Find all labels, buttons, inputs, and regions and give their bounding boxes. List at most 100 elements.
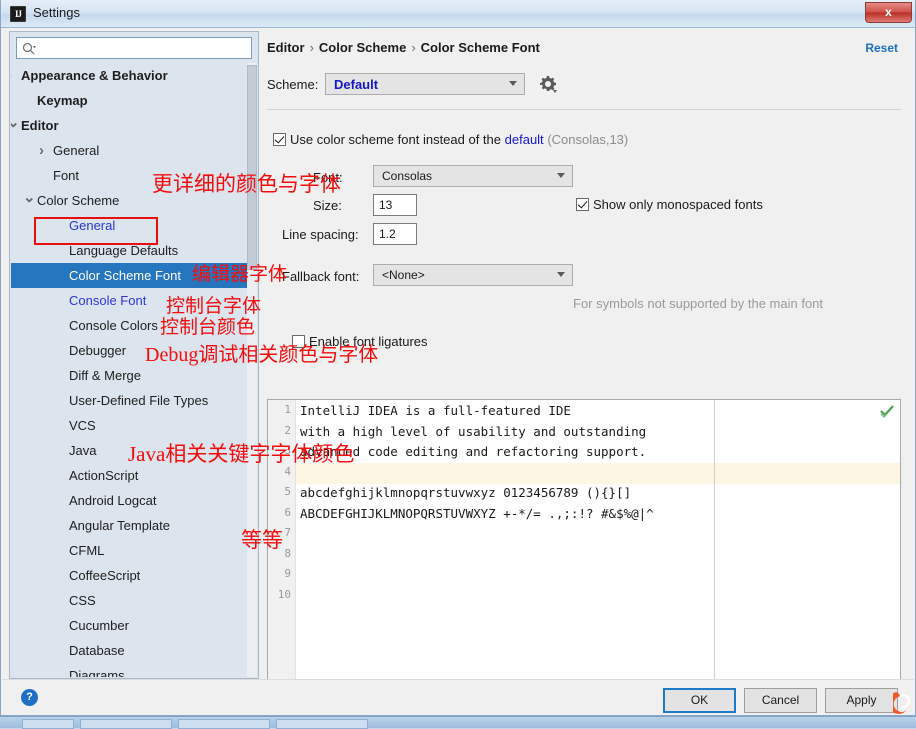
- line-number: 9: [284, 567, 291, 580]
- sidebar-item-label: CSS: [69, 593, 96, 608]
- chevron-down-icon: [557, 173, 565, 178]
- breadcrumb-separator: ›: [309, 40, 314, 55]
- enable-ligatures-label: Enable font ligatures: [309, 334, 428, 349]
- sidebar-item-general[interactable]: General: [11, 213, 249, 238]
- enable-ligatures-checkbox[interactable]: [292, 335, 305, 348]
- line-number: 2: [284, 423, 291, 437]
- sidebar-item-label: Database: [69, 643, 125, 658]
- dialog-button-bar: ? OK Cancel Apply: [2, 679, 914, 715]
- chevron-down-icon[interactable]: [23, 188, 33, 198]
- sidebar-item-label: Language Defaults: [69, 243, 179, 258]
- sidebar-item-css[interactable]: CSS: [11, 588, 249, 613]
- font-select[interactable]: Consolas: [373, 165, 573, 187]
- sidebar-item-language-defaults[interactable]: Language Defaults: [11, 238, 249, 263]
- sidebar-scrollbar[interactable]: [247, 63, 257, 677]
- default-font-link[interactable]: default: [505, 132, 544, 147]
- default-font-value: (Consolas,13): [547, 132, 629, 147]
- breadcrumb-separator: ›: [411, 40, 416, 55]
- breadcrumb: Editor › Color Scheme › Color Scheme Font: [267, 40, 540, 55]
- gear-icon[interactable]: [537, 73, 559, 95]
- chevron-down-icon: [557, 272, 565, 277]
- line-number: 10: [277, 587, 291, 601]
- help-icon[interactable]: ?: [21, 689, 38, 706]
- sidebar-item-general[interactable]: General: [11, 138, 249, 163]
- size-input[interactable]: 13: [373, 194, 417, 216]
- browser-tray-icon[interactable]: [893, 686, 916, 716]
- sidebar-item-label: Cucumber: [69, 618, 129, 633]
- line-spacing-label: Line spacing:: [282, 227, 359, 242]
- line-number: 3: [284, 444, 291, 457]
- ok-button[interactable]: OK: [663, 688, 736, 713]
- font-label: Font:: [313, 170, 343, 185]
- sidebar-item-appearance-behavior[interactable]: Appearance & Behavior: [11, 63, 249, 88]
- search-input[interactable]: [41, 40, 246, 57]
- preview-code-line: ABCDEFGHIJKLMNOPQRSTUVWXYZ +-*/= .,;:!? …: [300, 505, 654, 521]
- sidebar-item-angular-template[interactable]: Angular Template: [11, 513, 249, 538]
- font-value: Consolas: [382, 169, 433, 183]
- fallback-font-value: <None>: [382, 268, 425, 282]
- line-number: 1: [284, 403, 291, 416]
- sidebar-item-font[interactable]: Font: [11, 163, 249, 188]
- preview-code-line: IntelliJ IDEA is a full-featured IDE: [300, 403, 571, 418]
- title-bar: IJ Settings x: [1, 0, 915, 28]
- line-number: 5: [284, 485, 291, 498]
- sidebar-item-label: General: [69, 218, 116, 233]
- sidebar-item-diagrams[interactable]: Diagrams: [11, 663, 249, 677]
- cancel-button[interactable]: Cancel: [744, 688, 817, 713]
- font-preview-editor[interactable]: 1 2 3 4 5 6 7 8 9 10 IntelliJ IDEA is a full-feat…: [267, 399, 901, 696]
- line-number: 4: [284, 464, 291, 478]
- sidebar-item-label: General: [53, 143, 100, 158]
- reset-link[interactable]: Reset: [865, 41, 898, 55]
- ligatures-row[interactable]: Enable font ligatures: [292, 333, 428, 349]
- sidebar-item-label: Appearance & Behavior: [21, 68, 168, 83]
- close-icon[interactable]: x: [865, 2, 912, 23]
- sidebar-item-android-logcat[interactable]: Android Logcat: [11, 488, 249, 513]
- chevron-right-icon[interactable]: [11, 63, 17, 73]
- sidebar-item-actionscript[interactable]: ActionScript: [11, 463, 249, 488]
- scheme-select[interactable]: Default: [325, 73, 525, 95]
- sidebar-item-label: Debugger: [69, 343, 127, 358]
- fallback-font-select[interactable]: <None>: [373, 264, 573, 286]
- sidebar-item-java[interactable]: Java: [11, 438, 249, 463]
- sidebar-item-label: Java: [69, 443, 97, 458]
- sidebar-item-label: Color Scheme: [37, 193, 120, 208]
- chevron-right-icon[interactable]: [39, 138, 49, 148]
- sidebar-item-label: Console Font: [69, 293, 147, 308]
- sidebar-item-color-scheme-font[interactable]: Color Scheme Font: [11, 263, 249, 288]
- green-check-icon: [880, 405, 894, 418]
- breadcrumb-segment[interactable]: Color Scheme Font: [421, 40, 540, 55]
- settings-tree[interactable]: Appearance & Behavior Keymap Editor General…: [11, 63, 249, 677]
- sidebar-item-label: Diagrams: [69, 668, 125, 677]
- use-color-scheme-font-checkbox[interactable]: [273, 133, 286, 146]
- show-monospaced-checkbox[interactable]: [576, 198, 589, 211]
- sidebar-item-console-colors[interactable]: Console Colors: [11, 313, 249, 338]
- sidebar-item-debugger[interactable]: Debugger: [11, 338, 249, 363]
- settings-sidebar: Appearance & Behavior Keymap Editor General…: [9, 31, 259, 679]
- chevron-down-icon[interactable]: [11, 113, 17, 123]
- line-number: 6: [284, 505, 291, 519]
- sidebar-item-diff-merge[interactable]: Diff & Merge: [11, 363, 249, 388]
- sidebar-item-cucumber[interactable]: Cucumber: [11, 613, 249, 638]
- sidebar-item-console-font[interactable]: Console Font: [11, 288, 249, 313]
- sidebar-item-database[interactable]: Database: [11, 638, 249, 663]
- sidebar-item-coffeescript[interactable]: CoffeeScript: [11, 563, 249, 588]
- sidebar-item-label: VCS: [69, 418, 96, 433]
- sidebar-scroll-thumb[interactable]: [247, 65, 257, 270]
- sidebar-item-editor[interactable]: Editor: [11, 113, 249, 138]
- sidebar-item-color-scheme[interactable]: Color Scheme: [11, 188, 249, 213]
- line-spacing-input[interactable]: 1.2: [373, 223, 417, 245]
- fallback-font-label: Fallback font:: [282, 269, 360, 284]
- sidebar-item-keymap[interactable]: Keymap: [11, 88, 249, 113]
- monospaced-row[interactable]: Show only monospaced fonts: [576, 196, 763, 212]
- sidebar-item-user-defined-file-types[interactable]: User-Defined File Types: [11, 388, 249, 413]
- intellij-idea-icon: IJ: [10, 6, 26, 22]
- sidebar-item-label: Font: [53, 168, 80, 183]
- sidebar-item-cfml[interactable]: CFML: [11, 538, 249, 563]
- breadcrumb-segment[interactable]: Editor: [267, 40, 305, 55]
- breadcrumb-segment[interactable]: Color Scheme: [319, 40, 406, 55]
- sidebar-item-vcs[interactable]: VCS: [11, 413, 249, 438]
- show-monospaced-label: Show only monospaced fonts: [593, 197, 763, 212]
- use-color-scheme-font-row[interactable]: Use color scheme font instead of the def…: [273, 131, 628, 147]
- search-box[interactable]: [16, 37, 252, 59]
- apply-button[interactable]: Apply: [825, 688, 898, 713]
